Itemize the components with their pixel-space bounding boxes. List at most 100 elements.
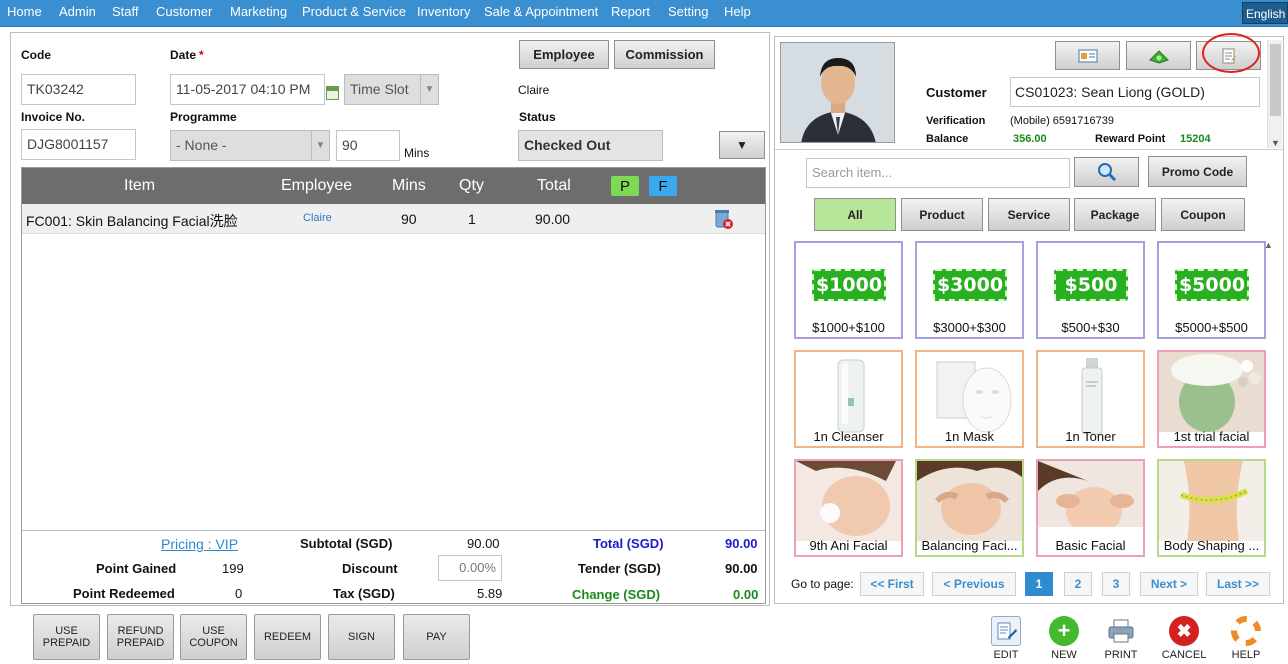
page-2-button[interactable]: 2 xyxy=(1064,572,1092,596)
refund-prepaid-button[interactable]: REFUND PREPAID xyxy=(107,614,174,660)
catalog-scroll-up-icon[interactable]: ▲ xyxy=(1264,240,1280,250)
status-field[interactable]: Checked Out xyxy=(518,130,663,161)
search-input[interactable]: Search item... xyxy=(806,158,1070,188)
customer-scrollbar[interactable]: ▼ xyxy=(1267,40,1282,148)
nav-staff[interactable]: Staff xyxy=(112,4,139,19)
item-caption: 1n Mask xyxy=(944,429,995,444)
nav-help[interactable]: Help xyxy=(724,4,751,19)
item-card[interactable]: 9th Ani Facial xyxy=(794,459,903,557)
point-redeemed-value: 0 xyxy=(235,586,243,601)
edit-label: EDIT xyxy=(993,649,1019,661)
redeem-button[interactable]: REDEEM xyxy=(254,614,321,660)
item-caption: 9th Ani Facial xyxy=(809,538,888,553)
timeslot-select[interactable]: Time Slot ▼ xyxy=(344,74,439,105)
page-3-button[interactable]: 3 xyxy=(1102,572,1130,596)
filter-all[interactable]: All xyxy=(814,198,896,231)
subtotal-label: Subtotal (SGD) xyxy=(300,536,393,551)
new-action[interactable]: + NEW xyxy=(1039,616,1089,661)
sign-button[interactable]: SIGN xyxy=(328,614,395,660)
item-card[interactable]: 1n Toner xyxy=(1036,350,1145,448)
filter-product[interactable]: Product xyxy=(901,198,983,231)
item-card[interactable]: $500 $500+$30 xyxy=(1036,241,1145,339)
chevron-down-icon: ▼ xyxy=(420,75,438,104)
item-card[interactable]: 1st trial facial xyxy=(1157,350,1266,448)
table-row[interactable]: FC001: Skin Balancing Facial洗脸 Claire 90… xyxy=(22,204,765,234)
invoice-label: Invoice No. xyxy=(21,110,86,124)
header-total: Total xyxy=(537,177,571,194)
language-selector[interactable]: English xyxy=(1242,2,1288,24)
nav-customer[interactable]: Customer xyxy=(156,4,212,19)
invoice-field[interactable]: DJG8001157 xyxy=(21,129,136,160)
use-prepaid-button[interactable]: USE PREPAID xyxy=(33,614,100,660)
code-field[interactable]: TK03242 xyxy=(21,74,136,105)
page-1-button[interactable]: 1 xyxy=(1025,572,1053,596)
f-badge[interactable]: F xyxy=(649,176,677,196)
status-dropdown-button[interactable]: ▼ xyxy=(719,131,765,159)
item-card[interactable]: 1n Cleanser xyxy=(794,350,903,448)
item-caption: Balancing Faci... xyxy=(921,538,1018,553)
nav-marketing[interactable]: Marketing xyxy=(230,4,287,19)
header-qty: Qty xyxy=(459,177,484,194)
item-card[interactable]: $3000 $3000+$300 xyxy=(915,241,1024,339)
item-card[interactable]: Basic Facial xyxy=(1036,459,1145,557)
filter-service[interactable]: Service xyxy=(988,198,1070,231)
close-icon: ✖ xyxy=(1169,616,1199,646)
facial-image xyxy=(1038,461,1143,541)
item-caption: 1n Cleanser xyxy=(813,429,884,444)
total-value: 90.00 xyxy=(725,536,758,551)
scroll-down-icon[interactable]: ▼ xyxy=(1271,138,1280,148)
date-field[interactable]: 11-05-2017 04:10 PM xyxy=(170,74,325,105)
facial-image xyxy=(796,461,901,541)
item-card[interactable]: Balancing Faci... xyxy=(915,459,1024,557)
programme-select[interactable]: - None - ▼ xyxy=(170,130,330,161)
employee-button[interactable]: Employee xyxy=(519,40,609,69)
edit-action[interactable]: EDIT xyxy=(981,616,1031,661)
print-action[interactable]: PRINT xyxy=(1096,616,1146,661)
nav-inventory[interactable]: Inventory xyxy=(417,4,470,19)
nav-setting[interactable]: Setting xyxy=(668,4,708,19)
code-label: Code xyxy=(21,48,51,62)
first-page-button[interactable]: << First xyxy=(860,572,924,596)
subtotal-value: 90.00 xyxy=(467,536,500,551)
search-icon xyxy=(1097,163,1116,182)
item-card[interactable]: $1000 $1000+$100 xyxy=(794,241,903,339)
filter-coupon[interactable]: Coupon xyxy=(1161,198,1245,231)
nav-report[interactable]: Report xyxy=(611,4,650,19)
item-card[interactable]: 1n Mask xyxy=(915,350,1024,448)
customer-card-button[interactable] xyxy=(1055,41,1120,70)
employee-name: Claire xyxy=(518,83,550,97)
promo-code-button[interactable]: Promo Code xyxy=(1148,156,1247,187)
nav-sale-appointment[interactable]: Sale & Appointment xyxy=(484,4,598,19)
pricing-link[interactable]: Pricing : VIP xyxy=(161,536,238,552)
scrollbar-thumb[interactable] xyxy=(1270,44,1281,116)
tax-label: Tax (SGD) xyxy=(333,586,395,601)
help-action[interactable]: HELP xyxy=(1221,616,1271,661)
calendar-icon[interactable] xyxy=(326,86,339,100)
item-card[interactable]: $5000 $5000+$500 xyxy=(1157,241,1266,339)
last-page-button[interactable]: Last >> xyxy=(1206,572,1270,596)
total-label: Total (SGD) xyxy=(593,536,664,551)
duration-field[interactable]: 90 xyxy=(336,130,400,161)
customer-money-button[interactable] xyxy=(1126,41,1191,70)
item-card[interactable]: Body Shaping ... xyxy=(1157,459,1266,557)
next-page-button[interactable]: Next > xyxy=(1140,572,1198,596)
pay-button[interactable]: PAY xyxy=(403,614,470,660)
customer-field[interactable]: CS01023: Sean Liong (GOLD) xyxy=(1010,77,1260,107)
search-button[interactable] xyxy=(1074,157,1139,187)
discount-field[interactable]: 0.00% xyxy=(438,555,502,581)
nav-home[interactable]: Home xyxy=(7,4,42,19)
customer-label: Customer xyxy=(926,85,987,100)
item-caption: Basic Facial xyxy=(1055,538,1126,553)
balance-label: Balance xyxy=(926,133,969,145)
commission-button[interactable]: Commission xyxy=(614,40,715,69)
previous-page-button[interactable]: < Previous xyxy=(932,572,1016,596)
use-coupon-button[interactable]: USE COUPON xyxy=(180,614,247,660)
filter-package[interactable]: Package xyxy=(1074,198,1156,231)
cancel-action[interactable]: ✖ CANCEL xyxy=(1159,616,1209,661)
p-badge[interactable]: P xyxy=(611,176,639,196)
row-employee[interactable]: Claire xyxy=(303,212,332,224)
delete-icon[interactable] xyxy=(714,208,733,229)
summary-divider xyxy=(22,530,765,531)
nav-admin[interactable]: Admin xyxy=(59,4,96,19)
nav-product-service[interactable]: Product & Service xyxy=(302,4,406,19)
